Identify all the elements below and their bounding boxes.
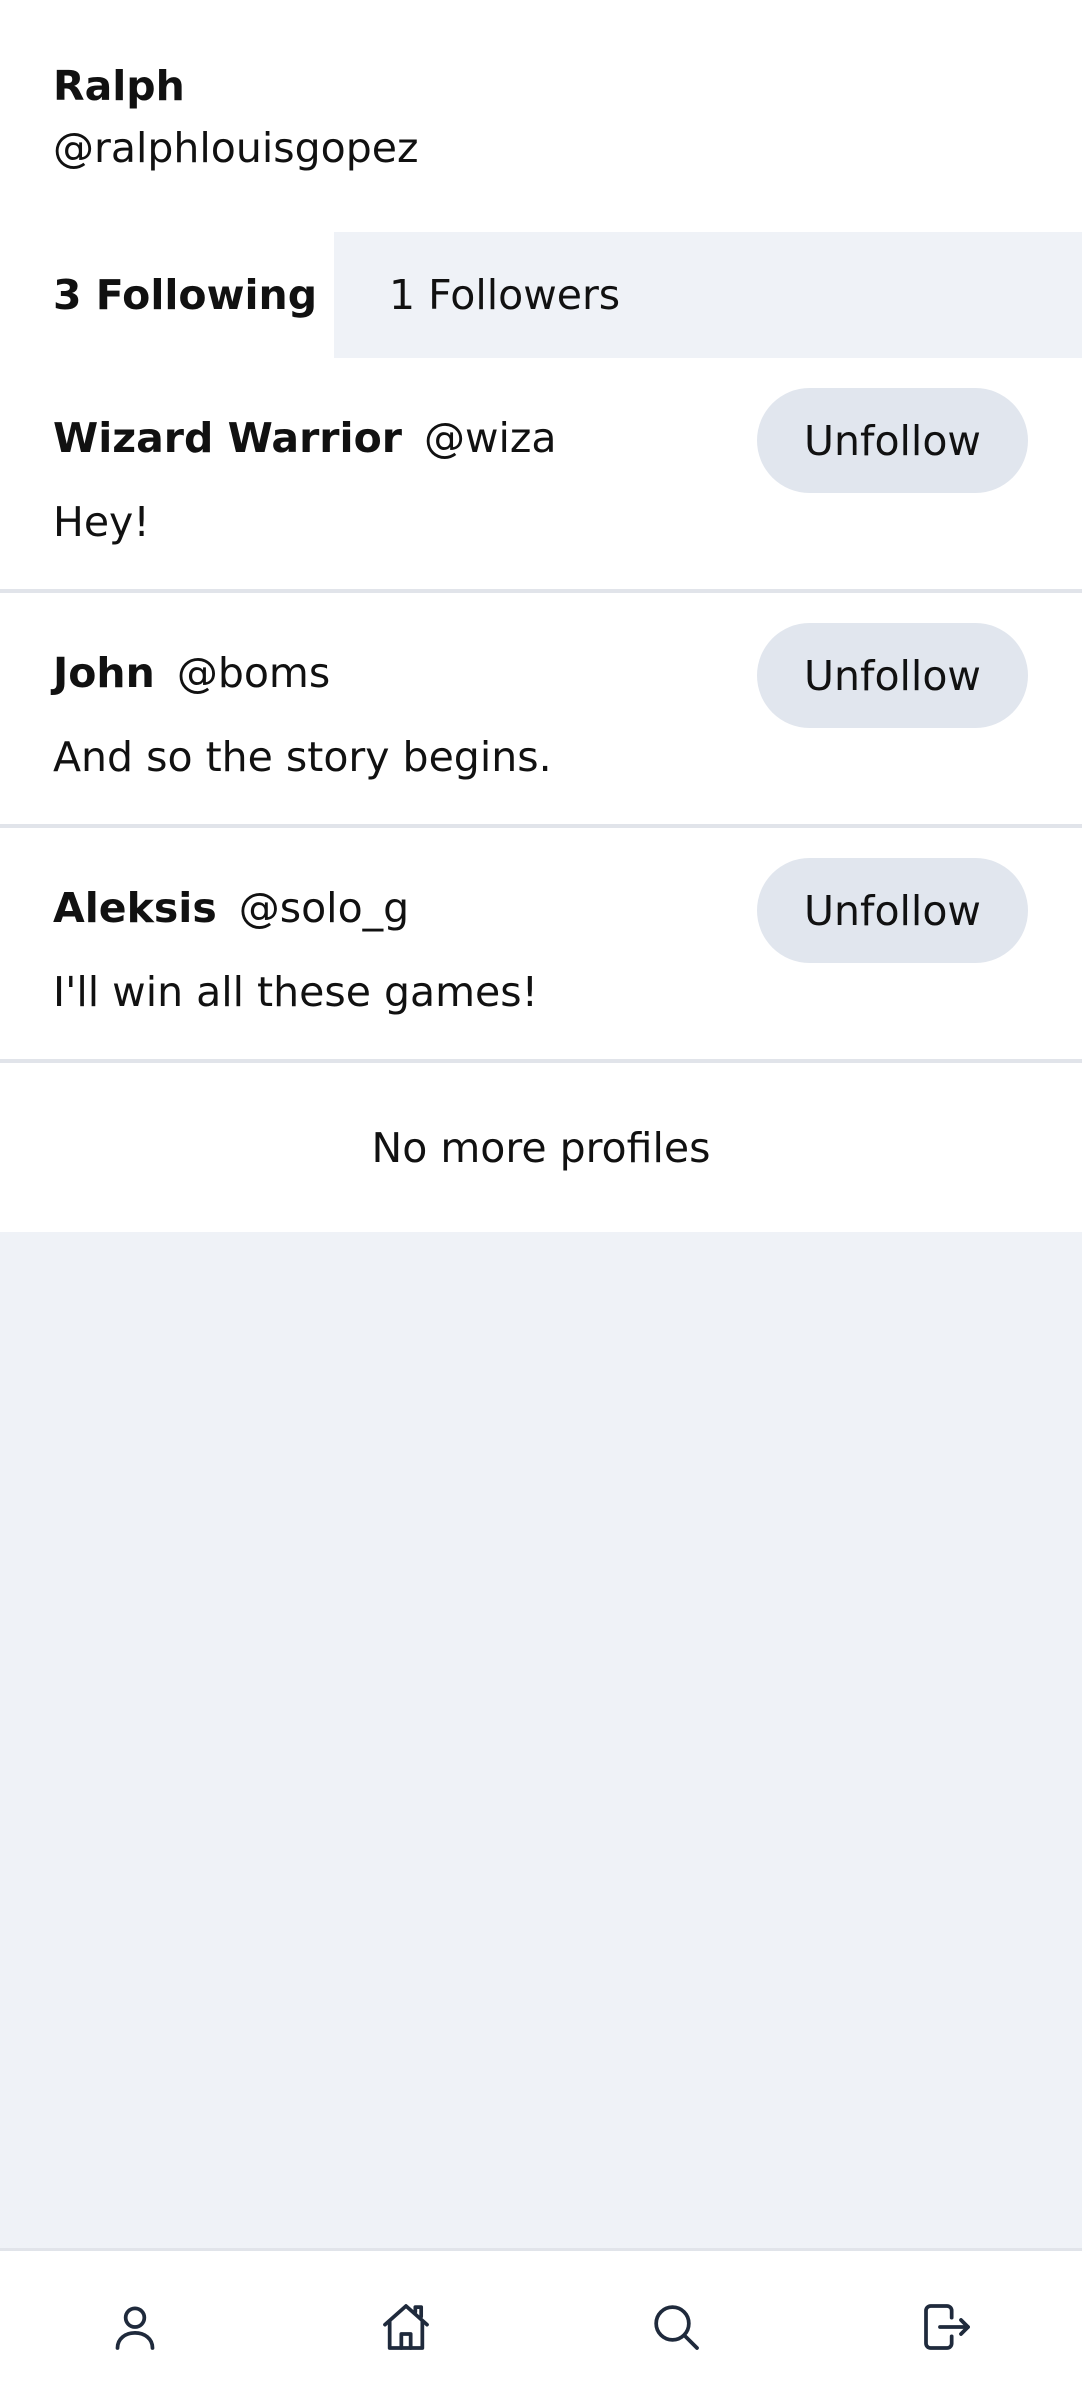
- user-handle: @wiza: [423, 414, 557, 462]
- following-list: Wizard Warrior @wiza Hey! Unfollow John …: [0, 358, 1082, 1063]
- list-item: John @boms And so the story begins. Unfo…: [0, 593, 1082, 828]
- nav-profile[interactable]: [0, 2251, 271, 2402]
- profile-icon: [115, 2305, 155, 2350]
- tab-followers[interactable]: 1 Followers: [334, 232, 1082, 358]
- user-line: John @boms: [53, 645, 330, 701]
- nav-logout[interactable]: [812, 2251, 1082, 2402]
- list-end-message: No more profiles: [0, 1063, 1082, 1232]
- search-icon: [654, 2304, 700, 2350]
- bottom-nav: [0, 2248, 1082, 2402]
- list-item: Aleksis @solo_g I'll win all these games…: [0, 828, 1082, 1063]
- user-handle: @solo_g: [238, 884, 410, 932]
- nav-home[interactable]: [271, 2251, 542, 2402]
- user-line: Wizard Warrior @wiza: [53, 410, 557, 466]
- user-bio: I'll win all these games!: [53, 968, 539, 1016]
- list-item: Wizard Warrior @wiza Hey! Unfollow: [0, 358, 1082, 593]
- unfollow-button[interactable]: Unfollow: [757, 858, 1028, 963]
- user-handle: @boms: [176, 649, 331, 697]
- logout-icon: [923, 2303, 970, 2350]
- unfollow-button[interactable]: Unfollow: [757, 388, 1028, 493]
- user-name[interactable]: Aleksis: [53, 880, 217, 936]
- unfollow-button[interactable]: Unfollow: [757, 623, 1028, 728]
- user-line: Aleksis @solo_g: [53, 880, 409, 936]
- tab-following[interactable]: 3 Following: [0, 232, 334, 358]
- user-bio: Hey!: [53, 498, 150, 546]
- profile-header: Ralph @ralphlouisgopez: [0, 0, 1082, 232]
- app: Ralph @ralphlouisgopez 3 Following 1 Fol…: [0, 0, 1082, 2402]
- user-name[interactable]: Wizard Warrior: [53, 410, 402, 466]
- home-icon: [382, 2303, 429, 2350]
- user-bio: And so the story begins.: [53, 733, 552, 781]
- follow-tabs: 3 Following 1 Followers: [0, 232, 1082, 358]
- profile-handle: @ralphlouisgopez: [53, 124, 419, 172]
- profile-name: Ralph: [53, 62, 185, 110]
- nav-search[interactable]: [541, 2251, 812, 2402]
- user-name[interactable]: John: [53, 645, 155, 701]
